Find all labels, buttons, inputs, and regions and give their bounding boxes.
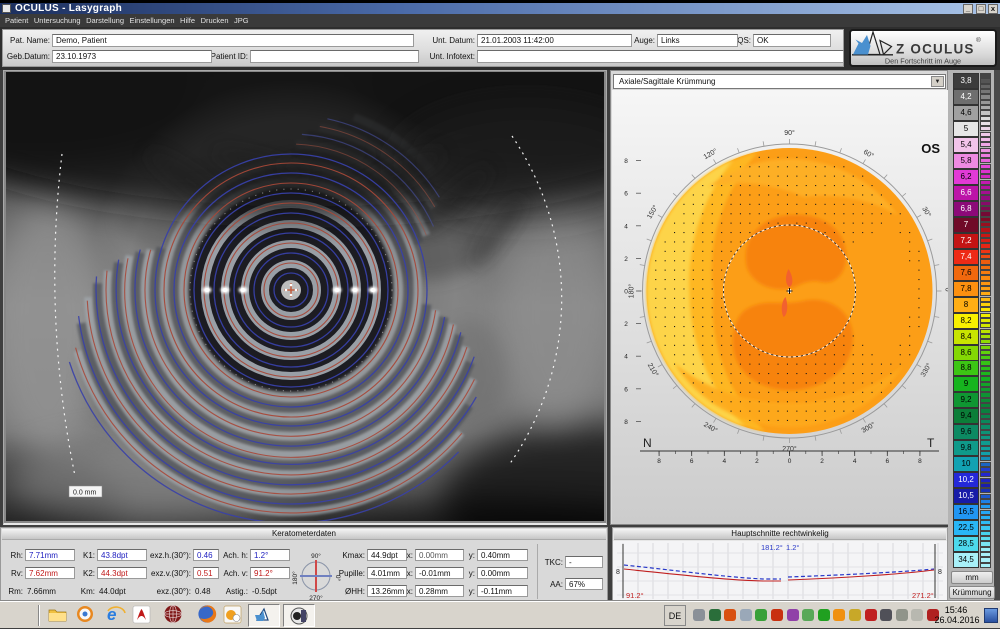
svg-text:180°: 180° [627, 284, 635, 299]
svg-text:90°: 90° [784, 129, 795, 137]
svg-text:0°: 0° [334, 575, 342, 582]
svg-text:8: 8 [624, 419, 628, 426]
svg-text:271.2°: 271.2° [912, 591, 934, 600]
svg-text:90°: 90° [311, 552, 321, 560]
svg-text:91.2°: 91.2° [626, 591, 644, 600]
svg-text:8: 8 [624, 158, 628, 165]
svg-text:6: 6 [624, 191, 628, 198]
svg-text:4: 4 [722, 458, 726, 465]
svg-text:T: T [927, 436, 935, 450]
svg-text:8: 8 [938, 569, 942, 576]
svg-text:6: 6 [885, 458, 889, 465]
svg-text:N: N [643, 436, 652, 450]
svg-text:2: 2 [755, 458, 759, 465]
svg-text:6: 6 [624, 386, 628, 393]
svg-text:181.2°: 181.2° [761, 543, 783, 552]
svg-text:OS: OS [921, 141, 940, 156]
svg-text:0: 0 [788, 458, 792, 465]
svg-text:Den Fortschritt im Auge: Den Fortschritt im Auge [885, 57, 961, 66]
svg-text:0.0 mm: 0.0 mm [73, 490, 97, 497]
svg-text:4: 4 [624, 223, 628, 230]
svg-text:6: 6 [690, 458, 694, 465]
svg-text:0: 0 [624, 289, 628, 296]
svg-text:8: 8 [616, 569, 620, 576]
svg-text:Z OCULUS: Z OCULUS [896, 42, 975, 57]
svg-text:4: 4 [624, 354, 628, 361]
svg-text:®: ® [976, 36, 981, 44]
svg-text:2: 2 [624, 321, 628, 328]
svg-text:2: 2 [820, 458, 824, 465]
svg-text:8: 8 [657, 458, 661, 465]
svg-text:1.2°: 1.2° [786, 543, 799, 552]
svg-text:2: 2 [624, 256, 628, 263]
svg-text:8: 8 [918, 458, 922, 465]
svg-text:180°: 180° [291, 571, 299, 585]
svg-text:4: 4 [853, 458, 857, 465]
